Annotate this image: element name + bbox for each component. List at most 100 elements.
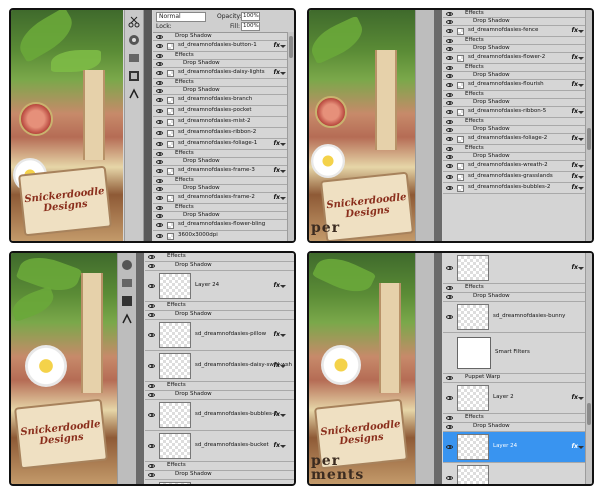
visibility-eye-icon[interactable] [148,464,155,468]
effects-row[interactable]: Effects [153,204,294,212]
effect-item-row[interactable]: Drop Shadow [153,158,294,166]
expand-arrow-icon[interactable] [280,365,286,368]
effect-item-row[interactable]: Drop Shadow [443,18,592,26]
effects-row[interactable]: Effects [443,284,592,293]
visibility-eye-icon[interactable] [446,100,453,105]
visibility-eye-icon[interactable] [156,131,163,135]
opacity-input[interactable]: 100% [241,12,260,21]
effect-item-row[interactable]: Drop Shadow [145,262,294,271]
layer-row[interactable]: sd_dreamnofdasies-foliage-1 fx [153,139,294,150]
visibility-eye-icon[interactable] [446,73,453,78]
visibility-eye-icon[interactable] [156,61,163,66]
visibility-eye-icon[interactable] [446,29,453,33]
visibility-eye-icon[interactable] [156,196,163,200]
expand-arrow-icon[interactable] [578,138,584,141]
visibility-eye-icon[interactable] [446,83,453,87]
effects-row[interactable]: Drop Shadow [153,33,294,41]
visibility-eye-icon[interactable] [446,295,453,299]
layer-row[interactable]: sd_dreamnofdasies-ribbon-5 fx [443,107,592,118]
effect-item-row[interactable]: Drop Shadow [443,45,592,53]
scrollbar[interactable] [585,10,592,241]
visibility-eye-icon[interactable] [156,44,163,48]
visibility-eye-icon[interactable] [446,376,453,380]
effect-item-row[interactable]: Drop Shadow [153,185,294,193]
scissors-icon[interactable] [128,16,140,28]
visibility-eye-icon[interactable] [446,46,453,51]
visibility-eye-icon[interactable] [446,154,453,159]
visibility-eye-icon[interactable] [148,473,155,477]
effects-row[interactable]: Effects [443,145,592,153]
effect-item-row[interactable]: Drop Shadow [443,126,592,134]
visibility-eye-icon[interactable] [446,110,453,114]
layer-row[interactable]: sd_dreamnofdasies-bubbles-2 fx [443,183,592,194]
effects-row[interactable]: Effects [443,118,592,126]
scrollbar[interactable] [585,253,592,484]
visibility-eye-icon[interactable] [156,151,163,156]
layer-row[interactable]: fx [443,253,592,284]
visibility-eye-icon[interactable] [156,159,163,164]
layer-row[interactable]: sd_dreamnofdasies-frame-3 fx [153,166,294,177]
effect-item-row[interactable]: Drop Shadow [153,212,294,220]
visibility-eye-icon[interactable] [148,284,155,288]
layer-row[interactable]: sd_dreamnofdasies-bunny [443,302,592,333]
visibility-eye-icon[interactable] [148,264,155,268]
effect-item-row[interactable]: Drop Shadow [443,72,592,80]
histogram-icon[interactable] [121,295,133,307]
visibility-eye-icon[interactable] [446,416,453,420]
layer-row[interactable]: sd_dreamnofdasies-mist-2 [153,117,294,128]
expand-arrow-icon[interactable] [578,446,584,449]
visibility-eye-icon[interactable] [446,396,453,400]
effects-row[interactable]: Effects [443,414,592,423]
visibility-eye-icon[interactable] [446,19,453,24]
layer-row[interactable]: sd_dreamnofdasies-bucket fx [145,431,294,462]
effects-row[interactable]: Effects [443,64,592,72]
expand-arrow-icon[interactable] [280,414,286,417]
visibility-eye-icon[interactable] [148,304,155,308]
paths-icon[interactable] [121,313,133,325]
layer-row[interactable]: sd_dreamnofdasies-wreath-2 fx [443,161,592,172]
visibility-eye-icon[interactable] [156,223,163,227]
expand-arrow-icon[interactable] [578,165,584,168]
visibility-eye-icon[interactable] [156,234,163,238]
visibility-eye-icon[interactable] [148,413,155,417]
layer-row[interactable]: sd_dreamnofdasies-foliage-2 fx [443,134,592,145]
expand-arrow-icon[interactable] [578,176,584,179]
visibility-eye-icon[interactable] [148,313,155,317]
visibility-eye-icon[interactable] [446,65,453,70]
visibility-eye-icon[interactable] [446,445,453,449]
layer-row[interactable]: sd_dreamnofdasies-grasslands fx [443,172,592,183]
effect-item-row[interactable]: Drop Shadow [145,391,294,400]
layer-row[interactable]: sd_dreamnofdasies-flourish fx [443,80,592,91]
expand-arrow-icon[interactable] [280,170,286,173]
layer-row[interactable]: Layer 24 fx [145,271,294,302]
effect-item-row[interactable]: Drop Shadow [145,471,294,480]
layer-row[interactable]: sd_dreamnofdasies-ribbon-2 [153,128,294,139]
effect-item-row[interactable]: Drop Shadow [153,87,294,95]
effects-row[interactable]: Effects [153,79,294,87]
fill-input[interactable]: 100% [241,22,260,31]
visibility-eye-icon[interactable] [446,266,453,270]
visibility-eye-icon[interactable] [156,109,163,113]
visibility-eye-icon[interactable] [156,142,163,146]
expand-arrow-icon[interactable] [578,397,584,400]
panel-icon[interactable] [128,52,140,64]
visibility-eye-icon[interactable] [156,213,163,218]
dial-icon[interactable] [121,259,133,271]
visibility-eye-icon[interactable] [148,444,155,448]
effects-row[interactable]: Effects [443,91,592,99]
layer-row[interactable]: sd_dreamnofdasies-fence fx [443,26,592,37]
visibility-eye-icon[interactable] [446,56,453,60]
visibility-eye-icon[interactable] [156,205,163,210]
expand-arrow-icon[interactable] [280,45,286,48]
visibility-eye-icon[interactable] [156,186,163,191]
expand-arrow-icon[interactable] [280,72,286,75]
visibility-eye-icon[interactable] [156,80,163,85]
visibility-eye-icon[interactable] [446,127,453,132]
layer-row[interactable]: sd_dreamnofdasies-pocket [153,106,294,117]
scrollbar[interactable] [287,32,294,241]
visibility-eye-icon[interactable] [446,476,453,480]
effects-row[interactable]: Effects [153,52,294,60]
visibility-eye-icon[interactable] [156,178,163,183]
paths-icon[interactable] [128,88,140,100]
effects-row[interactable]: Effects [443,37,592,45]
